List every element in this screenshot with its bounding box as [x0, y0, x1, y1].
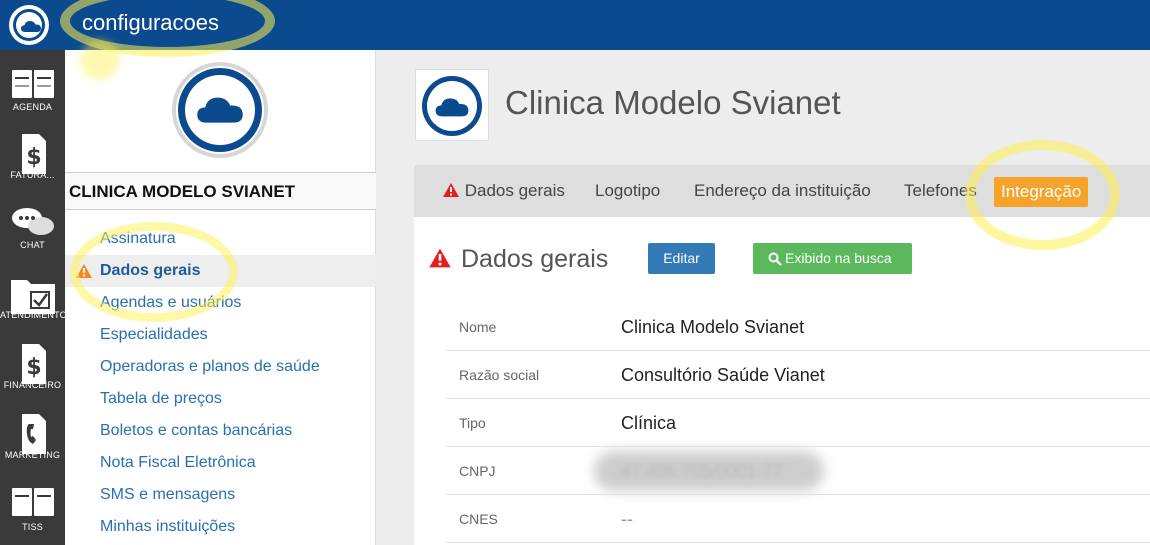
tab-bar: Dados gerais Logotipo Endereço da instit…: [414, 165, 1150, 217]
menu-item-tabela-precos[interactable]: Tabela de preços: [65, 383, 376, 415]
field-value: Clinica Modelo Svianet: [621, 317, 805, 337]
menu-item-instituicoes[interactable]: Minhas instituições: [65, 511, 376, 543]
settings-menu: Assinatura Dados gerais Agendas e usuári…: [65, 223, 376, 543]
module-rail: AGENDA $ FATURA... CHAT ATENDIMENTO $ FI: [0, 50, 65, 545]
rail-item-atendimento[interactable]: ATENDIMENTO: [0, 266, 65, 336]
rail-label: AGENDA: [12, 102, 53, 112]
page-title: configuracoes: [82, 10, 219, 35]
rail-label: ATENDIMENTO: [0, 310, 65, 320]
svg-text:$: $: [26, 355, 41, 380]
search-icon: [768, 252, 782, 266]
menu-item-label: Assinatura: [100, 230, 176, 247]
top-bar: configuracoes: [0, 0, 1150, 50]
field-label: CNPJ: [459, 463, 496, 479]
cloud-logo-icon: [435, 98, 469, 117]
tab-endereco[interactable]: Endereço da instituição: [694, 165, 871, 217]
rail-item-tiss[interactable]: TISS: [0, 476, 65, 545]
menu-item-label: Tabela de preços: [100, 390, 222, 407]
menu-item-label: Nota Fiscal Eletrônica: [100, 454, 256, 471]
edit-button[interactable]: Editar: [648, 243, 715, 274]
menu-item-assinatura[interactable]: Assinatura: [65, 223, 376, 255]
chat-bubbles-icon: [12, 208, 54, 235]
svg-text:$: $: [26, 145, 41, 170]
tab-label: Dados gerais: [464, 181, 565, 200]
field-label: CNES: [459, 511, 498, 527]
menu-item-label: Agendas e usuários: [100, 294, 242, 311]
tab-dados-gerais[interactable]: Dados gerais: [442, 165, 565, 217]
institution-logo: [172, 62, 268, 158]
menu-item-boletos[interactable]: Boletos e contas bancárias: [65, 415, 376, 447]
rail-label: MARKETING: [4, 450, 61, 460]
menu-item-label: SMS e mensagens: [100, 486, 236, 503]
rail-label: CHAT: [20, 240, 45, 250]
cloud-logo-icon: [21, 21, 41, 32]
home-logo-button[interactable]: [9, 5, 49, 45]
field-label: Tipo: [459, 415, 486, 431]
agenda-book-icon: [12, 70, 54, 98]
folder-check-icon: [11, 280, 55, 314]
clinic-title: Clinica Modelo Svianet: [505, 84, 841, 121]
menu-item-dados-gerais[interactable]: Dados gerais: [65, 255, 376, 287]
menu-item-sms[interactable]: SMS e mensagens: [65, 479, 376, 511]
menu-item-nota-fiscal[interactable]: Nota Fiscal Eletrônica: [65, 447, 376, 479]
main-content: Clinica Modelo Svianet Dados gerais Logo…: [376, 50, 1150, 545]
field-row: CNPJ 47.406.705/0001-77: [446, 447, 1150, 495]
menu-item-label: Operadoras e planos de saúde: [100, 358, 320, 375]
dollar-document-icon: $: [22, 134, 46, 174]
field-label: Nome: [459, 319, 497, 335]
field-row: Tipo Clínica: [446, 399, 1150, 447]
rail-item-faturamento[interactable]: $ FATURA...: [0, 126, 65, 196]
rail-label: TISS: [22, 522, 43, 532]
warning-icon: [76, 264, 92, 278]
shown-in-search-button[interactable]: Exibido na busca: [753, 243, 912, 274]
field-value: Clínica: [621, 413, 677, 433]
field-row: Nome Clinica Modelo Svianet: [446, 303, 1150, 351]
dollar-document-icon: $: [22, 344, 46, 384]
field-label: Razão social: [459, 367, 540, 383]
button-label: Exibido na busca: [785, 250, 892, 266]
rail-item-financeiro[interactable]: $ FINANCEIRO: [0, 336, 65, 406]
menu-item-label: Especialidades: [100, 326, 208, 343]
menu-item-operadoras[interactable]: Operadoras e planos de saúde: [65, 351, 376, 383]
phone-document-icon: [22, 414, 46, 454]
section-title: Dados gerais: [461, 245, 609, 273]
fields-list: Nome Clinica Modelo Svianet Razão social…: [446, 303, 1150, 543]
open-book-icon: [12, 488, 54, 516]
institution-name: CLINICA MODELO SVIANET: [65, 172, 376, 210]
rail-item-chat[interactable]: CHAT: [0, 196, 65, 266]
warning-icon: [429, 248, 451, 268]
rail-label: FATURA...: [10, 170, 55, 180]
rail-item-agenda[interactable]: AGENDA: [0, 58, 65, 128]
field-row: Razão social Consultório Saúde Vianet: [446, 351, 1150, 399]
rail-label: FINANCEIRO: [3, 380, 62, 390]
tab-telefones[interactable]: Telefones: [904, 165, 977, 217]
details-panel: Dados gerais Editar Exibido na busca Nom…: [414, 217, 1150, 545]
cloud-logo-icon: [197, 97, 243, 123]
tab-logotipo[interactable]: Logotipo: [595, 165, 660, 217]
field-value: 47.406.705/0001-77: [621, 461, 783, 481]
menu-item-especialidades[interactable]: Especialidades: [65, 319, 376, 351]
institution-sidebar: CLINICA MODELO SVIANET Assinatura Dados …: [65, 50, 376, 545]
field-row: CNES --: [446, 495, 1150, 543]
tab-integracao[interactable]: Integração: [994, 177, 1089, 207]
menu-item-label: Minhas instituições: [100, 518, 236, 535]
rail-item-marketing[interactable]: MARKETING: [0, 406, 65, 476]
field-value: Consultório Saúde Vianet: [621, 365, 825, 385]
menu-item-agendas-usuarios[interactable]: Agendas e usuários: [65, 287, 376, 319]
field-value: --: [621, 509, 633, 529]
menu-item-label: Dados gerais: [100, 262, 201, 279]
warning-icon: [443, 183, 459, 197]
menu-item-label: Boletos e contas bancárias: [100, 422, 293, 439]
clinic-logo: [415, 69, 489, 141]
